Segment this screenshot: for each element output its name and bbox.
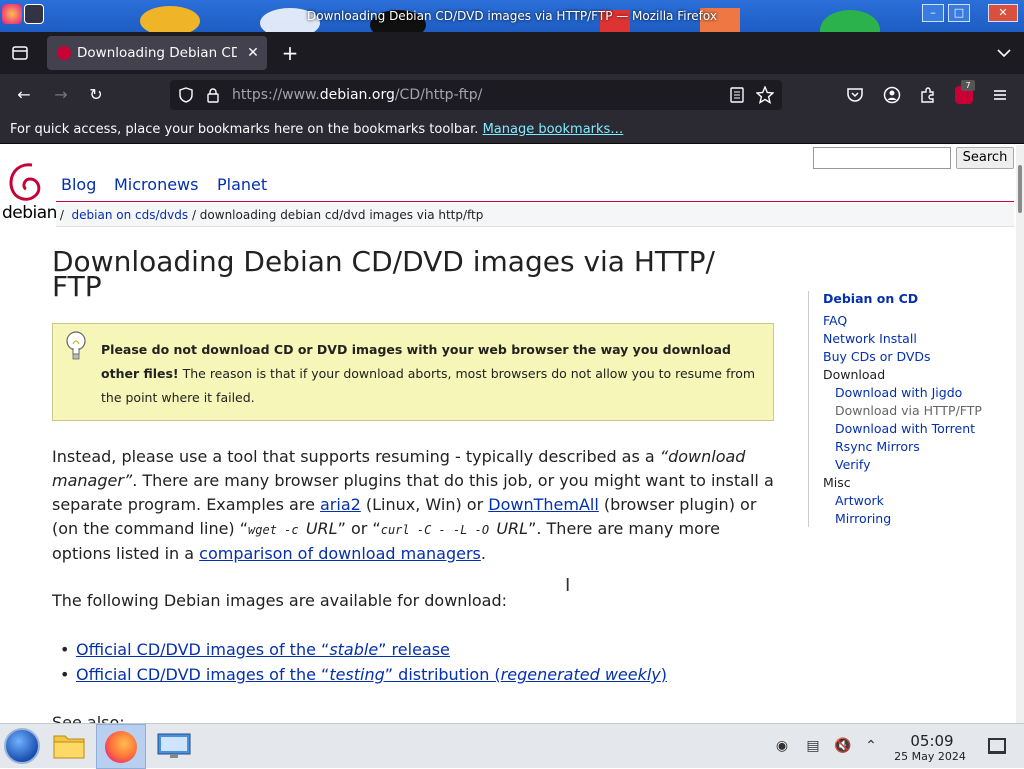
list-item: Official CD/DVD images of the “testing” … bbox=[52, 662, 782, 687]
pocket-icon[interactable] bbox=[846, 86, 864, 104]
image-list: Official CD/DVD images of the “stable” r… bbox=[52, 637, 782, 687]
new-tab-button[interactable]: + bbox=[280, 42, 300, 64]
volume-muted-tray-icon[interactable]: 🔇 bbox=[833, 736, 853, 756]
maximize-button[interactable]: □ bbox=[948, 4, 970, 22]
account-icon[interactable] bbox=[883, 86, 901, 104]
sidebar-item-rsync[interactable]: Rsync Mirrors bbox=[835, 439, 920, 454]
download-warning-box: Please do not download CD or DVD images … bbox=[52, 323, 774, 421]
sidebar-item-network-install[interactable]: Network Install bbox=[823, 331, 917, 346]
sidebar-item-verify[interactable]: Verify bbox=[835, 457, 870, 472]
file-manager-icon[interactable] bbox=[52, 730, 86, 762]
tab-title: Downloading Debian CD/DVD images via HTT… bbox=[77, 45, 237, 61]
stable-images-link[interactable]: Official CD/DVD images of the “stable” r… bbox=[76, 640, 450, 659]
manage-bookmarks-link[interactable]: Manage bookmarks… bbox=[483, 122, 624, 137]
clipboard-tray-icon[interactable]: ▤ bbox=[803, 736, 823, 756]
bookmarks-toolbar: For quick access, place your bookmarks h… bbox=[0, 116, 1024, 144]
reload-button[interactable]: ↻ bbox=[85, 84, 107, 106]
clock-date[interactable]: 25 May 2024 bbox=[890, 750, 970, 763]
window-titlebar: Downloading Debian CD/DVD images via HTT… bbox=[0, 0, 1024, 32]
breadcrumb: / debian on cds/dvds / downloading debia… bbox=[56, 203, 1014, 227]
text-cursor-icon: I bbox=[565, 575, 571, 596]
window-title: Downloading Debian CD/DVD images via HTT… bbox=[307, 9, 717, 23]
sidebar-item-mirroring[interactable]: Mirroring bbox=[835, 511, 891, 526]
taskbar-firefox-button[interactable] bbox=[96, 724, 146, 769]
close-button[interactable]: ✕ bbox=[988, 4, 1018, 22]
sidebar-nav: Debian on CD FAQ Network Install Buy CDs… bbox=[808, 291, 1014, 527]
start-menu-button[interactable] bbox=[4, 728, 40, 764]
bookmarks-hint: For quick access, place your bookmarks h… bbox=[10, 122, 624, 137]
clock-time[interactable]: 05:09 bbox=[902, 732, 962, 750]
download-manager-paragraph: Instead, please use a tool that supports… bbox=[52, 447, 774, 563]
sidebar-title[interactable]: Debian on CD bbox=[823, 291, 918, 306]
page-scrollbar-thumb[interactable] bbox=[1018, 165, 1022, 213]
lightbulb-icon bbox=[66, 331, 86, 360]
chevron-up-icon[interactable]: ⌃ bbox=[861, 736, 881, 756]
sidebar-item-buy-cds[interactable]: Buy CDs or DVDs bbox=[823, 349, 931, 364]
firefox-view-icon bbox=[12, 46, 28, 60]
list-item: Official CD/DVD images of the “stable” r… bbox=[52, 637, 782, 662]
warning-text: Please do not download CD or DVD images … bbox=[101, 342, 756, 405]
remote-desktop-icon[interactable] bbox=[156, 732, 192, 760]
tracking-protection-shield-icon[interactable] bbox=[178, 87, 194, 103]
testing-images-link[interactable]: Official CD/DVD images of the “testing” … bbox=[76, 665, 667, 684]
topnav-micronews[interactable]: Micronews bbox=[114, 175, 198, 194]
breadcrumb-text: / debian on cds/dvds / downloading debia… bbox=[59, 208, 484, 222]
sidebar-item-http-ftp: Download via HTTP/FTP bbox=[835, 403, 982, 418]
sidebar-item-jigdo[interactable]: Download with Jigdo bbox=[835, 385, 962, 400]
back-button[interactable]: ← bbox=[13, 84, 35, 106]
topnav-blog[interactable]: Blog bbox=[61, 175, 96, 194]
header-divider bbox=[56, 201, 1014, 202]
site-search-input[interactable] bbox=[813, 147, 951, 169]
page-title: Downloading Debian CD/DVD images via HTT… bbox=[52, 245, 715, 303]
network-tray-icon[interactable]: ◉ bbox=[772, 736, 792, 756]
extension-badge: 7 bbox=[961, 80, 975, 91]
tab-active[interactable]: Downloading Debian CD/DVD images via HTT… bbox=[47, 36, 267, 70]
sidebar-item-torrent[interactable]: Download with Torrent bbox=[835, 421, 975, 436]
tab-close-button[interactable]: ✕ bbox=[243, 36, 263, 70]
breadcrumb-link[interactable]: debian on cds/dvds bbox=[72, 208, 189, 222]
web-page: debian Blog Micronews Planet Search / de… bbox=[0, 145, 1024, 723]
sidebar-item-artwork[interactable]: Artwork bbox=[835, 493, 884, 508]
see-also-heading: See also: bbox=[52, 713, 125, 723]
images-available-text: The following Debian images are availabl… bbox=[52, 591, 508, 610]
downthemall-link[interactable]: DownThemAll bbox=[488, 495, 599, 514]
debian-favicon-icon bbox=[57, 46, 71, 60]
site-search-button[interactable]: Search bbox=[956, 147, 1014, 169]
reader-view-icon[interactable] bbox=[730, 87, 744, 103]
sidebar-item-misc: Misc bbox=[823, 475, 851, 490]
debian-logo-text[interactable]: debian bbox=[2, 203, 57, 223]
list-all-tabs-button[interactable] bbox=[994, 42, 1014, 64]
minimize-button[interactable]: – bbox=[922, 4, 944, 22]
lock-icon[interactable] bbox=[206, 87, 220, 103]
bookmark-star-icon[interactable] bbox=[756, 86, 774, 104]
taskbar: ◉ ▤ 🔇 ⌃ 05:09 25 May 2024 bbox=[0, 723, 1024, 769]
forward-button[interactable]: → bbox=[50, 84, 72, 106]
url-text[interactable]: https://www.debian.org/CD/http-ftp/ bbox=[232, 80, 482, 110]
extensions-puzzle-icon[interactable] bbox=[919, 86, 937, 104]
ublock-extension-icon[interactable]: 7 bbox=[955, 80, 975, 104]
sidebar-item-download: Download bbox=[823, 367, 886, 382]
hamburger-menu-icon[interactable] bbox=[991, 86, 1009, 104]
topnav-planet[interactable]: Planet bbox=[217, 175, 267, 194]
sidebar-item-faq[interactable]: FAQ bbox=[823, 313, 847, 328]
url-bar[interactable]: https://www.debian.org/CD/http-ftp/ bbox=[170, 80, 782, 110]
comparison-link[interactable]: comparison of download managers bbox=[199, 544, 481, 563]
chevron-down-icon bbox=[997, 49, 1011, 58]
firefox-view-button[interactable] bbox=[10, 42, 30, 64]
show-desktop-icon[interactable] bbox=[988, 738, 1006, 754]
firefox-icon bbox=[105, 731, 137, 763]
page-scrollbar[interactable] bbox=[1016, 145, 1024, 723]
aria2-link[interactable]: aria2 bbox=[320, 495, 361, 514]
